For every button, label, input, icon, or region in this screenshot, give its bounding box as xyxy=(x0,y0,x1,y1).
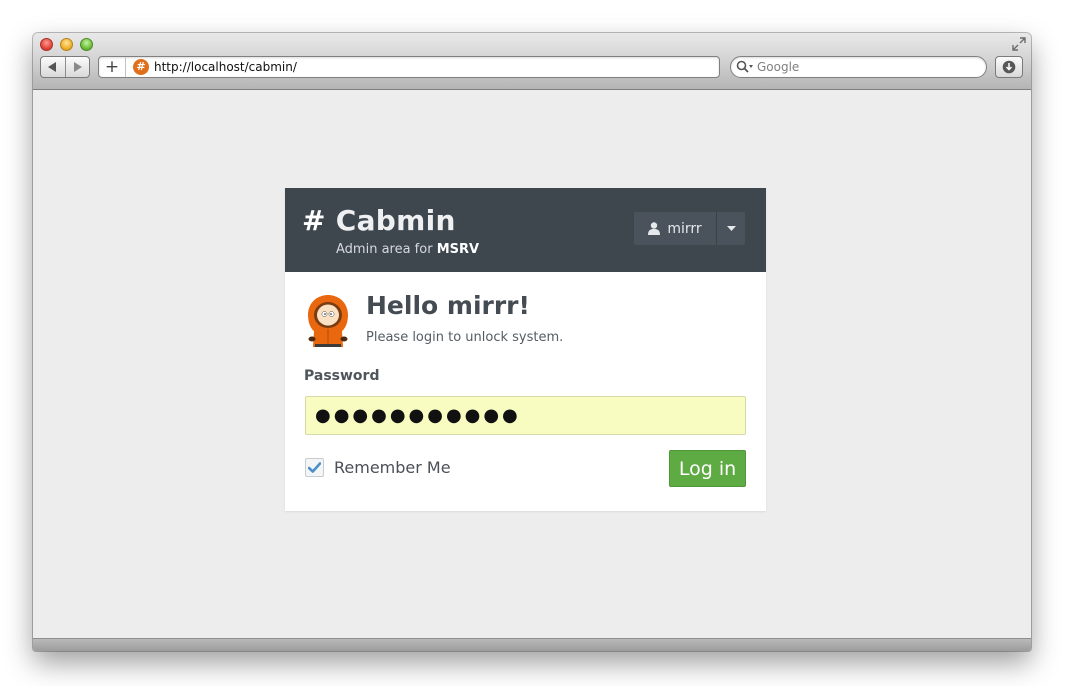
subtitle-prefix: Admin area for xyxy=(336,242,433,257)
address-bar[interactable]: + # http://localhost/cabmin/ xyxy=(98,56,720,78)
forward-arrow-icon xyxy=(73,62,82,72)
user-name: mirrr xyxy=(667,220,702,237)
subtitle-target: MSRV xyxy=(436,242,480,257)
login-card: # Cabmin Admin area for MSRV mirrr Hello… xyxy=(285,188,766,511)
back-button[interactable] xyxy=(41,57,65,77)
forward-button[interactable] xyxy=(64,57,90,77)
back-arrow-icon xyxy=(48,62,57,72)
card-header: # Cabmin Admin area for MSRV mirrr xyxy=(285,188,766,272)
login-hint: Please login to unlock system. xyxy=(366,330,564,345)
add-bookmark-button[interactable]: + xyxy=(99,57,126,77)
user-menu-button[interactable]: mirrr xyxy=(634,212,745,245)
navigation-buttons xyxy=(40,56,90,78)
avatar-icon xyxy=(308,295,348,347)
minimize-window-icon[interactable] xyxy=(60,38,73,51)
page-content: # Cabmin Admin area for MSRV mirrr Hello… xyxy=(33,90,1031,638)
user-icon xyxy=(648,222,661,235)
password-label: Password xyxy=(304,368,380,384)
browser-window: + # http://localhost/cabmin/ # Cabmin xyxy=(33,33,1031,651)
brand-name: Cabmin xyxy=(335,204,456,237)
remember-me-checkbox[interactable] xyxy=(305,458,324,477)
magnifier-icon[interactable] xyxy=(736,60,754,74)
search-input[interactable] xyxy=(757,58,977,76)
browser-toolbar: + # http://localhost/cabmin/ xyxy=(33,33,1031,90)
greeting-heading: Hello mirrr! xyxy=(366,291,530,320)
login-button[interactable]: Log in xyxy=(669,450,746,487)
checkmark-icon xyxy=(308,462,321,473)
download-icon xyxy=(1002,60,1016,74)
brand-subtitle: Admin area for MSRV xyxy=(336,242,479,257)
remember-me-label[interactable]: Remember Me xyxy=(334,458,451,477)
hash-favicon-icon: # xyxy=(133,59,149,75)
user-button[interactable]: mirrr xyxy=(634,212,716,245)
close-window-icon[interactable] xyxy=(40,38,53,51)
browser-status-bar xyxy=(33,638,1031,651)
password-field[interactable] xyxy=(305,396,746,435)
fullscreen-icon[interactable] xyxy=(1012,37,1026,51)
zoom-window-icon[interactable] xyxy=(80,38,93,51)
downloads-button[interactable] xyxy=(995,56,1023,78)
user-dropdown-toggle[interactable] xyxy=(716,212,745,245)
caret-down-icon xyxy=(726,226,736,231)
brand-hash: # xyxy=(302,204,326,237)
remember-me-row[interactable]: Remember Me xyxy=(305,458,451,477)
url-text[interactable]: http://localhost/cabmin/ xyxy=(154,59,297,75)
search-bar[interactable] xyxy=(730,56,987,78)
brand-title: # Cabmin xyxy=(302,204,456,237)
